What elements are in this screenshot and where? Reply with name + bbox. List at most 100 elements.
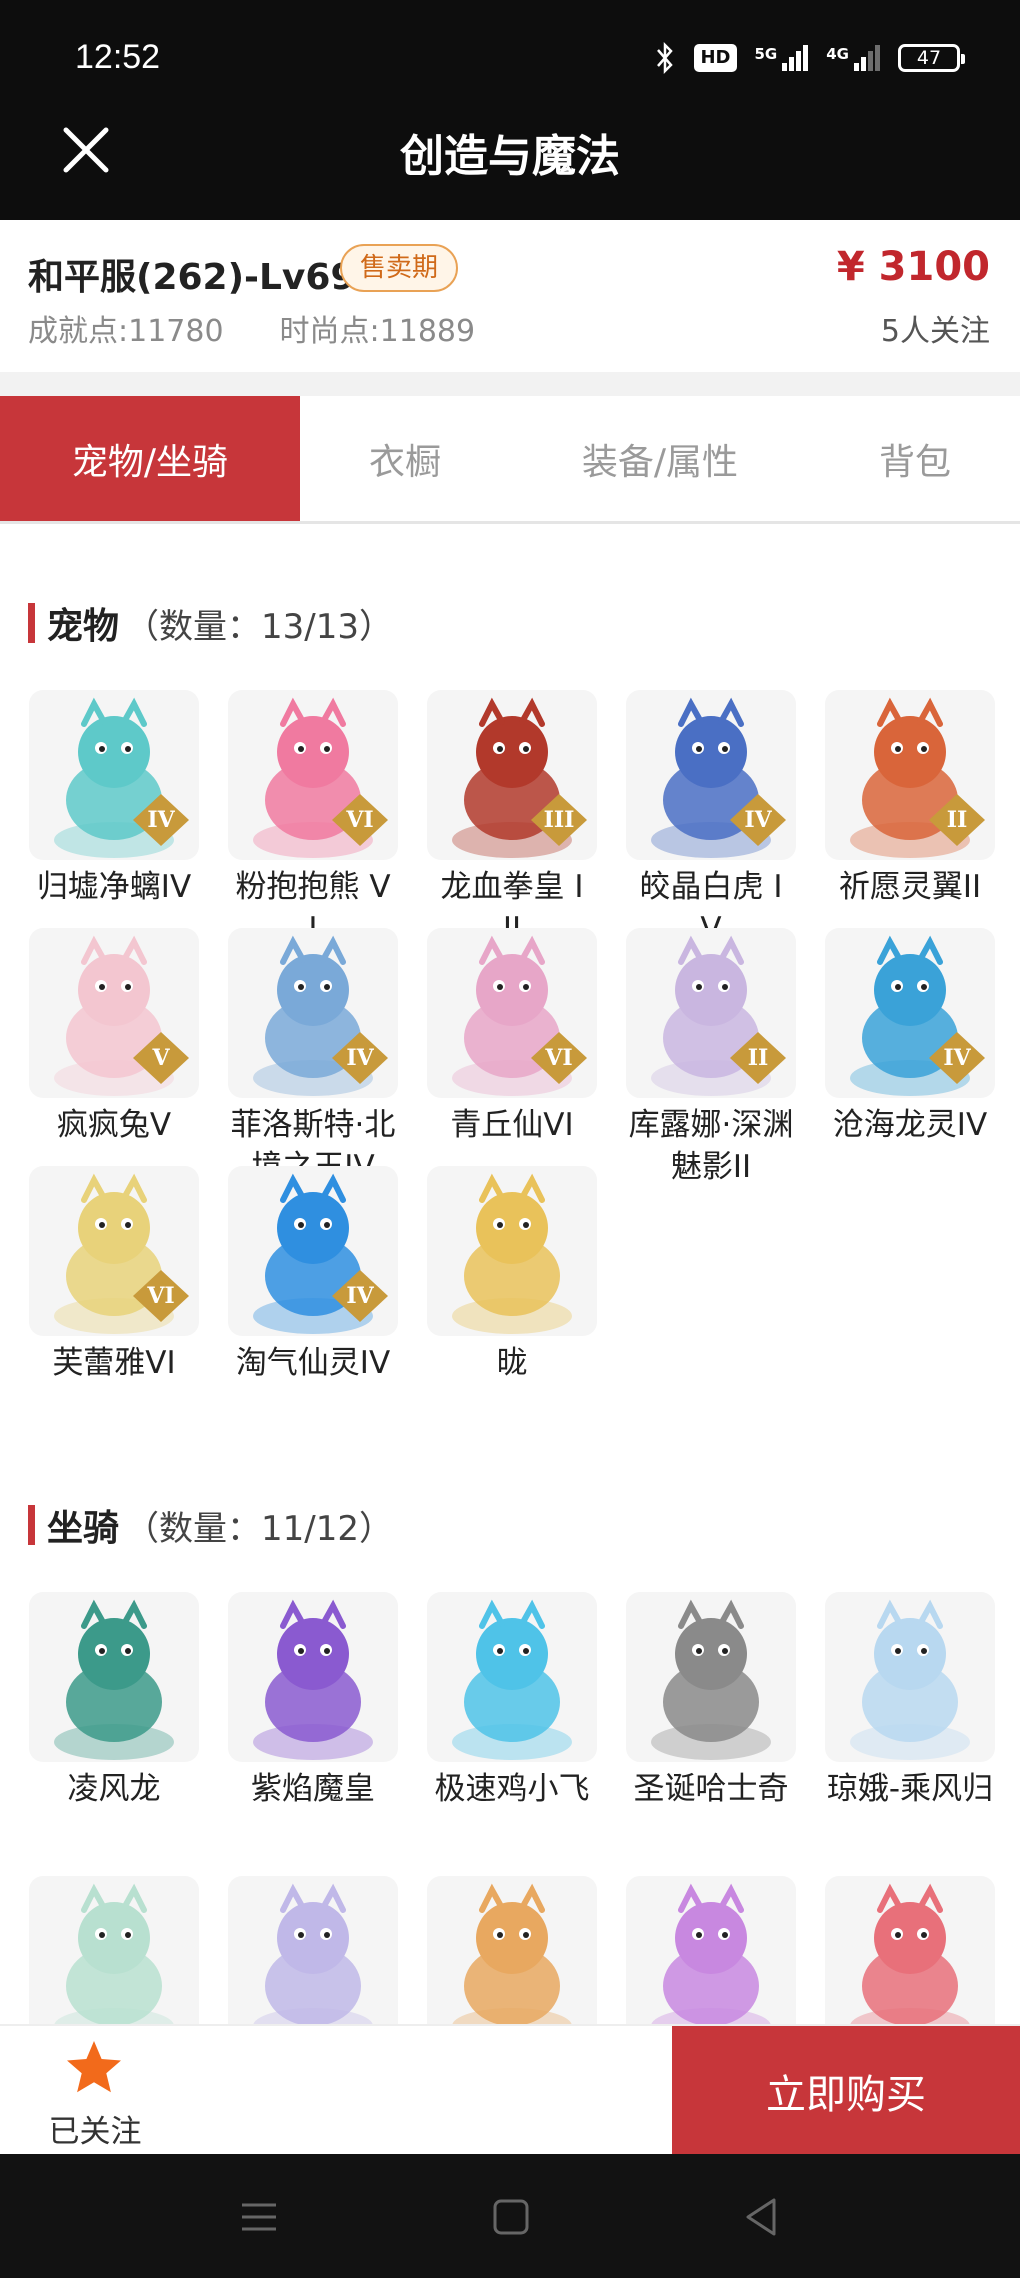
character-portrait-icon (253, 1599, 373, 1760)
item-thumbnail: V (29, 928, 199, 1098)
item-name: 归墟净螭IV (36, 869, 192, 905)
tab-bar: 宠物/坐骑 衣橱 装备/属性 背包 (0, 396, 1020, 524)
grid-item[interactable]: IV 淘气仙灵IV (225, 1166, 401, 1384)
buy-now-button[interactable]: 立即购买 (672, 2026, 1020, 2156)
item-thumbnail: IV (228, 928, 398, 1098)
character-portrait-icon (651, 1599, 771, 1760)
mounts-count: （数量：11/12） (125, 1508, 393, 1549)
grid-item[interactable]: IV菲洛斯特·北境之王IV (225, 928, 401, 1188)
grid-item[interactable]: VI粉抱抱熊 VI (225, 690, 401, 950)
server-level: 和平服(262)-Lv69 (28, 257, 356, 298)
character-portrait-icon (651, 1883, 771, 2044)
achievement-points: 成就点:11780 (28, 314, 224, 349)
item-name: 极速鸡小飞 (434, 1771, 590, 1807)
grid-item[interactable]: II 祈愿灵翼II (822, 690, 998, 908)
character-portrait-icon (850, 1883, 970, 2044)
item-thumbnail (427, 1876, 597, 2046)
grid-item[interactable]: 紫焰魔皇 (225, 1592, 401, 1810)
grid-item[interactable]: III龙血拳皇 III (424, 690, 600, 950)
item-thumbnail (626, 1592, 796, 1762)
tab-pets-mounts[interactable]: 宠物/坐骑 (0, 396, 300, 521)
pets-heading: 宠物 (47, 606, 120, 647)
character-portrait-icon (452, 1173, 572, 1334)
grid-item[interactable]: II 库露娜·深渊 魅影II (623, 928, 799, 1188)
item-name: 青丘仙VI (450, 1107, 574, 1143)
account-summary: 和平服(262)-Lv69 售卖期 ¥ 3100 成就点:11780 时尚点:1… (0, 220, 1020, 372)
pets-section-title: 宠物 （数量：13/13） (28, 598, 393, 648)
grid-item[interactable]: 极速鸡小飞 (424, 1592, 600, 1810)
tab-wardrobe[interactable]: 衣橱 (300, 396, 510, 521)
battery-level: 47 (916, 47, 942, 69)
item-name: 昽 (496, 1345, 528, 1381)
item-thumbnail (427, 1166, 597, 1336)
item-name: 芙蕾雅VI (52, 1345, 176, 1381)
section-marker (28, 1505, 35, 1545)
sale-status-badge: 售卖期 (340, 244, 459, 292)
divider (0, 372, 1020, 396)
item-name: 紫焰魔皇 (251, 1771, 375, 1807)
grid-item[interactable]: IV皎晶白虎 IV (623, 690, 799, 950)
grid-item[interactable]: 凌风龙 (26, 1592, 202, 1810)
system-nav-bar (0, 2154, 1020, 2278)
hd-icon: HD (694, 44, 737, 72)
action-bar: 已关注 立即购买 (0, 2024, 1020, 2156)
page-title: 创造与魔法 (400, 131, 620, 182)
character-portrait-icon (452, 935, 572, 1096)
follow-button[interactable]: 已关注 (0, 2026, 190, 2156)
item-thumbnail: IV (825, 928, 995, 1098)
app-screen: 12:52 HD 5G 4G 47 创造与魔法 和平服(262)-Lv69 售卖… (0, 0, 1020, 2278)
signal-4g-label: 4G (826, 45, 849, 63)
character-portrait-icon (54, 1599, 174, 1760)
menu-icon[interactable] (234, 2192, 284, 2242)
item-thumbnail: II (825, 690, 995, 860)
grid-item[interactable]: VI 芙蕾雅VI (26, 1166, 202, 1384)
grid-item[interactable]: IV 归墟净螭IV (26, 690, 202, 908)
character-portrait-icon (850, 1599, 970, 1760)
item-name: 库露娜·深渊 魅影II (628, 1107, 794, 1185)
item-thumbnail (228, 1876, 398, 2046)
character-portrait-icon (452, 1599, 572, 1760)
grid-item[interactable]: VI 青丘仙VI (424, 928, 600, 1146)
top-bar: 12:52 HD 5G 4G 47 创造与魔法 (0, 0, 1020, 220)
tab-backpack[interactable]: 背包 (810, 396, 1020, 521)
grid-item[interactable]: 昽 (424, 1166, 600, 1384)
item-thumbnail (626, 1876, 796, 2046)
character-portrait-icon (54, 697, 174, 858)
battery-icon: 47 (898, 44, 965, 72)
grid-item[interactable]: V 疯疯兔V (26, 928, 202, 1146)
character-portrait-icon (452, 1883, 572, 2044)
character-portrait-icon (253, 697, 373, 858)
item-thumbnail (825, 1876, 995, 2046)
item-thumbnail: VI (228, 690, 398, 860)
grid-item[interactable]: 圣诞哈士奇 (623, 1592, 799, 1810)
pets-count: （数量：13/13） (125, 606, 393, 647)
item-name: 淘气仙灵IV (235, 1345, 391, 1381)
item-thumbnail: VI (427, 928, 597, 1098)
bluetooth-icon (657, 41, 674, 75)
follow-label: 已关注 (48, 2114, 142, 2150)
item-name: 圣诞哈士奇 (633, 1771, 789, 1807)
star-icon (67, 2041, 121, 2093)
item-thumbnail (29, 1876, 199, 2046)
item-thumbnail: III (427, 690, 597, 860)
character-portrait-icon (253, 935, 373, 1096)
item-name: 疯疯兔V (56, 1107, 172, 1143)
price: ¥ 3100 (836, 244, 990, 290)
home-icon[interactable] (486, 2192, 536, 2242)
item-thumbnail (427, 1592, 597, 1762)
character-portrait-icon (651, 935, 771, 1096)
mounts-heading: 坐骑 (47, 1508, 120, 1549)
grid-item[interactable]: 琼娥-乘风归 (822, 1592, 998, 1810)
character-portrait-icon (54, 1883, 174, 2044)
item-thumbnail: VI (29, 1166, 199, 1336)
back-icon[interactable] (738, 2192, 788, 2242)
item-thumbnail: II (626, 928, 796, 1098)
character-portrait-icon (253, 1883, 373, 2044)
stat-row: 成就点:11780 时尚点:11889 (28, 306, 475, 350)
item-name: 琼娥-乘风归 (826, 1771, 994, 1807)
item-name: 凌风龙 (67, 1771, 161, 1807)
section-marker (28, 603, 35, 643)
grid-item[interactable]: IV 沧海龙灵IV (822, 928, 998, 1146)
tab-equipment[interactable]: 装备/属性 (510, 396, 810, 521)
fashion-points: 时尚点:11889 (279, 314, 476, 349)
